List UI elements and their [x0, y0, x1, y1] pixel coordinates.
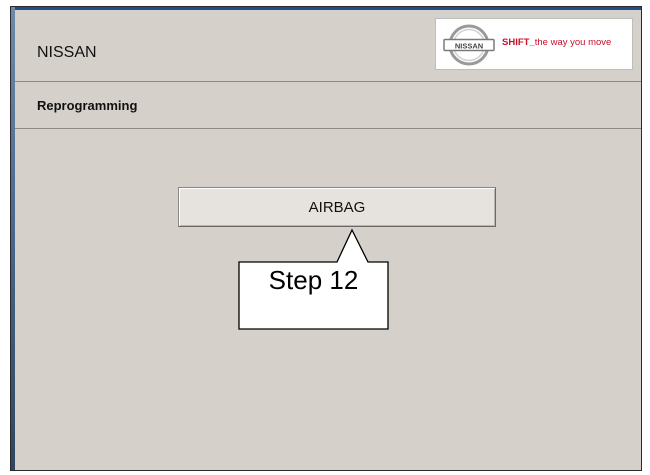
app-title: NISSAN — [37, 44, 97, 61]
app-header: NISSAN NISSAN SHIFT_the way you move — [15, 10, 641, 82]
nissan-brand-banner: NISSAN SHIFT_the way you move — [435, 18, 633, 70]
nissan-logo-text: NISSAN — [455, 41, 483, 50]
section-header: Reprogramming — [15, 82, 641, 129]
step-callout-label: Step 12 — [268, 265, 359, 295]
nissan-logo-icon: NISSAN — [443, 24, 495, 66]
brand-tagline-rest: the way you move — [534, 37, 612, 48]
nissan-app-window: NISSAN NISSAN SHIFT_the way you move Rep… — [10, 6, 642, 471]
brand-tagline-shift: SHIFT_ — [502, 37, 535, 48]
section-title: Reprogramming — [37, 98, 138, 113]
main-content: AIRBAG Step 12 — [15, 129, 641, 470]
brand-tagline: SHIFT_the way you move — [502, 37, 611, 48]
